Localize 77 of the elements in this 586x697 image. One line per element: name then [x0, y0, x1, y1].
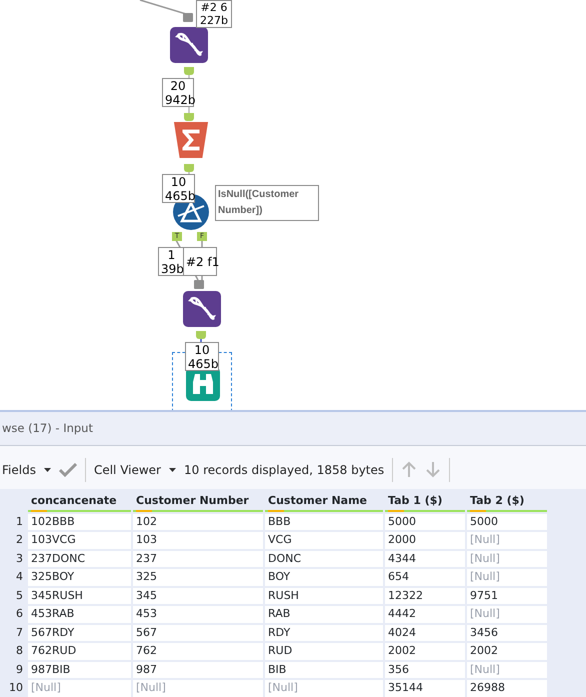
table-cell: [Null] — [265, 680, 383, 696]
panel-title: wse (17) - Input — [2, 420, 93, 437]
table-cell: 325 — [133, 569, 263, 586]
table-cell: [Null] — [467, 532, 547, 548]
anchor-icon[interactable] — [184, 164, 194, 172]
record-count-label: #2 f1 — [183, 247, 217, 276]
table-cell: 12322 — [385, 588, 465, 604]
table-cell: BBB — [265, 514, 383, 530]
table-cell: BIB — [265, 662, 383, 678]
down-arrow-icon[interactable] — [425, 461, 442, 478]
table-cell: 5000 — [385, 514, 465, 530]
table-cell: RDY — [265, 624, 383, 641]
checkmark-icon[interactable] — [58, 462, 77, 476]
table-cell: 3456 — [467, 624, 547, 641]
anchor-icon[interactable] — [184, 113, 194, 121]
up-arrow-icon[interactable] — [401, 461, 418, 478]
table-cell: VCG — [265, 532, 383, 548]
table-cell: 987 — [133, 662, 263, 678]
table-cell: 237 — [133, 550, 263, 567]
column-header[interactable]: concancenate — [28, 493, 131, 512]
table-cell: 567RDY — [28, 624, 131, 641]
table-cell: 4024 — [385, 624, 465, 641]
table-cell: 102 — [133, 514, 263, 530]
table-cell: 453 — [133, 606, 263, 622]
table-cell: 103 — [133, 532, 263, 548]
record-count-label: 20 942b — [162, 78, 194, 107]
table-cell: 2002 — [385, 643, 465, 660]
table-cell: 345RUSH — [28, 588, 131, 604]
column-header[interactable]: Customer Name — [265, 493, 383, 512]
table-cell: 5000 — [467, 514, 547, 530]
column-header[interactable]: Customer Number — [133, 493, 263, 512]
table-cell: 567 — [133, 624, 263, 641]
table-cell: 345 — [133, 588, 263, 604]
table-cell: 4442 — [385, 606, 465, 622]
caret-icon[interactable] — [44, 468, 51, 472]
records-summary: 10 records displayed, 1858 bytes — [184, 462, 384, 478]
column-header[interactable]: Tab 1 ($) — [385, 493, 465, 512]
table-cell: 987BIB — [28, 662, 131, 678]
table-cell: [Null] — [28, 680, 131, 696]
table-cell: RAB — [265, 606, 383, 622]
table-cell: 453RAB — [28, 606, 131, 622]
table-cell: 2000 — [385, 532, 465, 548]
table-cell: 9751 — [467, 588, 547, 604]
table-cell: [Null] — [467, 662, 547, 678]
table-cell: [Null] — [133, 680, 263, 696]
table-cell: 762 — [133, 643, 263, 660]
caret-icon[interactable] — [169, 468, 176, 472]
table-cell: 2002 — [467, 643, 547, 660]
cell-viewer-dropdown[interactable]: Cell Viewer — [94, 460, 161, 478]
table-cell: BOY — [265, 569, 383, 586]
table-cell: [Null] — [467, 550, 547, 567]
anchor-icon[interactable] — [184, 67, 194, 75]
table-cell: 103VCG — [28, 532, 131, 548]
table-cell: 237DONC — [28, 550, 131, 567]
connector-line — [139, 0, 187, 14]
table-cell: [Null] — [467, 606, 547, 622]
table-cell: 102BBB — [28, 514, 131, 530]
table-cell: 654 — [385, 569, 465, 586]
annotation-label: IsNull([Customer Number]) — [215, 185, 319, 221]
anchor-icon[interactable] — [196, 331, 206, 339]
fields-dropdown[interactable]: Fields — [2, 460, 36, 478]
table-cell: RUSH — [265, 588, 383, 604]
record-count-label: #2 6 227b — [196, 0, 232, 28]
table-cell: RUD — [265, 643, 383, 660]
table-cell: DONC — [265, 550, 383, 567]
table-cell: [Null] — [467, 569, 547, 586]
table-cell: 356 — [385, 662, 465, 678]
column-header[interactable]: Tab 2 ($) — [467, 493, 547, 512]
table-cell: 4344 — [385, 550, 465, 567]
table-cell: 35144 — [385, 680, 465, 696]
table-cell: 762RUD — [28, 643, 131, 660]
record-count-label: 10 465b — [162, 174, 195, 203]
table-cell: 26988 — [467, 680, 547, 696]
sigma-icon[interactable] — [172, 122, 210, 158]
record-count-label: 10 465b — [185, 342, 219, 371]
record-count-label: 1 39b — [158, 247, 185, 276]
table-cell: 325BOY — [28, 569, 131, 586]
